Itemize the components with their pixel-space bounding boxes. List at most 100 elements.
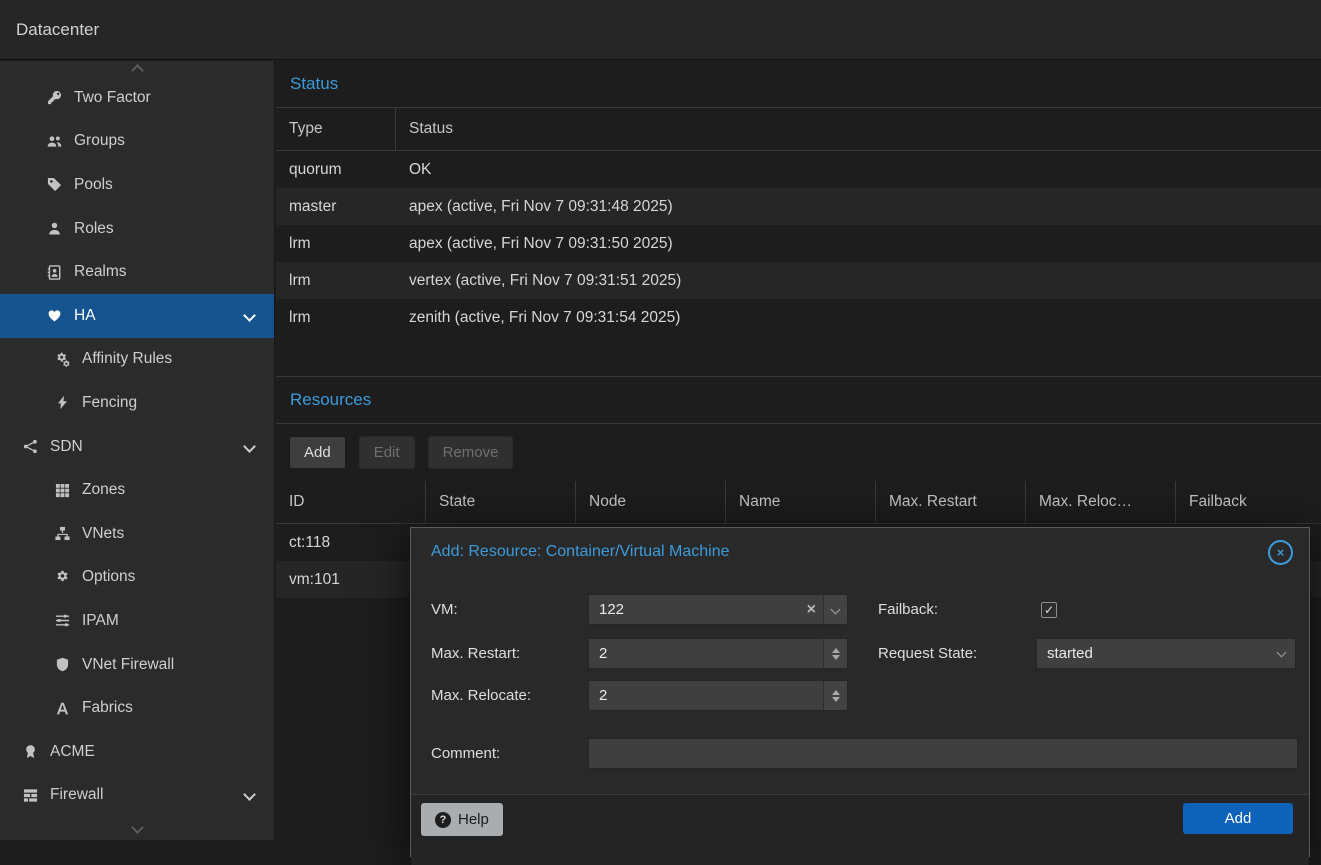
chevron-down-icon[interactable] (243, 309, 256, 322)
chevron-up-icon (131, 64, 144, 77)
max-relocate-input[interactable]: 2 (588, 680, 848, 711)
column-header-name[interactable]: Name (726, 481, 876, 523)
sidebar-item-pools[interactable]: Pools (0, 163, 274, 207)
vm-label: VM: (431, 594, 458, 625)
add-button-label: Add (1225, 810, 1252, 827)
status-row[interactable]: lrmapex (active, Fri Nov 7 09:31:50 2025… (276, 225, 1321, 262)
status-row[interactable]: lrmvertex (active, Fri Nov 7 09:31:51 20… (276, 262, 1321, 299)
failback-label: Failback: (878, 594, 938, 625)
sidebar-item-acme[interactable]: ACME (0, 730, 274, 774)
chevron-down-icon[interactable] (243, 440, 256, 453)
sidebar-item-label: SDN (50, 438, 83, 456)
heartbeat-icon (46, 307, 63, 324)
resource-id-cell: vm:101 (276, 571, 426, 589)
status-type-cell: quorum (276, 161, 396, 179)
sidebar-item-roles[interactable]: Roles (0, 207, 274, 251)
shield-icon (54, 656, 71, 673)
request-state-value: started (1037, 645, 1278, 662)
spinner-down-icon (832, 655, 840, 660)
status-type-cell: master (276, 198, 396, 216)
dialog-add-button[interactable]: Add (1183, 803, 1293, 834)
column-header-failback[interactable]: Failback (1176, 481, 1321, 523)
scroll-down-indicator[interactable] (0, 814, 274, 840)
sidebar-item-affinity-rules[interactable]: Affinity Rules (0, 338, 274, 382)
sitemap-icon (54, 525, 71, 542)
status-value-cell: apex (active, Fri Nov 7 09:31:48 2025) (396, 198, 1321, 216)
sidebar-item-ha[interactable]: HA (0, 294, 274, 338)
sidebar-item-groups[interactable]: Groups (0, 120, 274, 164)
column-header-max-reloc[interactable]: Max. Reloc… (1026, 481, 1176, 523)
max-relocate-value: 2 (589, 687, 823, 704)
status-type-cell: lrm (276, 235, 396, 253)
status-row[interactable]: masterapex (active, Fri Nov 7 09:31:48 2… (276, 188, 1321, 225)
status-row[interactable]: lrmzenith (active, Fri Nov 7 09:31:54 20… (276, 299, 1321, 336)
sidebar-item-ipam[interactable]: IPAM (0, 599, 274, 643)
scroll-up-indicator[interactable] (0, 63, 274, 77)
sidebar-item-realms[interactable]: Realms (0, 250, 274, 294)
status-value-cell: vertex (active, Fri Nov 7 09:31:51 2025) (396, 272, 1321, 290)
failback-checkbox[interactable]: ✓ (1041, 602, 1057, 618)
help-button-label: Help (458, 811, 489, 828)
request-state-select[interactable]: started (1036, 638, 1296, 669)
chevron-down-icon (1277, 647, 1287, 657)
column-header-max-restart[interactable]: Max. Restart (876, 481, 1026, 523)
sidebar-item-zones[interactable]: Zones (0, 468, 274, 512)
edit-button[interactable]: Edit (359, 436, 415, 469)
max-relocate-spinner[interactable] (823, 681, 847, 710)
add-button[interactable]: Add (289, 436, 346, 469)
vm-value: 122 (589, 601, 807, 618)
remove-button[interactable]: Remove (428, 436, 514, 469)
sidebar-item-label: Fencing (82, 394, 137, 412)
gears-icon (54, 351, 71, 368)
sidebar-item-label: Two Factor (74, 89, 151, 107)
help-button[interactable]: ? Help (421, 803, 503, 836)
sidebar-item-options[interactable]: Options (0, 556, 274, 600)
request-state-label: Request State: (878, 638, 977, 669)
max-restart-spinner[interactable] (823, 639, 847, 668)
status-row[interactable]: quorumOK (276, 151, 1321, 188)
chevron-down-icon (831, 605, 841, 615)
status-type-cell: lrm (276, 272, 396, 290)
sidebar-item-label: Realms (74, 263, 127, 281)
chevron-down-icon (131, 821, 144, 834)
max-restart-value: 2 (589, 645, 823, 662)
vm-combo-input[interactable]: 122 × (588, 594, 848, 625)
font-icon (54, 700, 71, 717)
spinner-up-icon (832, 648, 840, 653)
address-book-icon (46, 264, 63, 281)
sidebar-item-vnet-firewall[interactable]: VNet Firewall (0, 643, 274, 687)
column-header-node[interactable]: Node (576, 481, 726, 523)
column-header-type[interactable]: Type (276, 108, 396, 150)
status-value-cell: OK (396, 161, 1321, 179)
sidebar-item-fabrics[interactable]: Fabrics (0, 686, 274, 730)
clear-icon[interactable]: × (807, 602, 816, 618)
resource-id-cell: ct:118 (276, 534, 426, 552)
column-header-status[interactable]: Status (396, 108, 1321, 150)
gear-icon (54, 569, 71, 586)
sidebar-item-label: HA (74, 307, 96, 325)
max-restart-input[interactable]: 2 (588, 638, 848, 669)
comment-input[interactable] (588, 738, 1298, 769)
grid-icon (54, 482, 71, 499)
firewall-icon (22, 787, 39, 804)
column-header-id[interactable]: ID (276, 481, 426, 523)
column-header-state[interactable]: State (426, 481, 576, 523)
status-value-cell: apex (active, Fri Nov 7 09:31:50 2025) (396, 235, 1321, 253)
max-restart-label: Max. Restart: (431, 638, 520, 669)
sidebar-item-label: ACME (50, 743, 95, 761)
spinner-down-icon (832, 697, 840, 702)
sidebar-item-label: IPAM (82, 612, 119, 630)
sidebar-item-label: Roles (74, 220, 114, 238)
sidebar-item-sdn[interactable]: SDN (0, 425, 274, 469)
sidebar-item-two-factor[interactable]: Two Factor (0, 76, 274, 120)
tags-icon (46, 176, 63, 193)
chevron-down-icon[interactable] (243, 788, 256, 801)
question-icon: ? (435, 812, 451, 828)
sidebar-item-fencing[interactable]: Fencing (0, 381, 274, 425)
sidebar-item-vnets[interactable]: VNets (0, 512, 274, 556)
vm-dropdown-trigger[interactable] (823, 595, 847, 624)
status-table-header: TypeStatus (276, 108, 1321, 151)
sidebar-item-firewall[interactable]: Firewall (0, 774, 274, 818)
sliders-icon (54, 612, 71, 629)
status-type-cell: lrm (276, 309, 396, 327)
